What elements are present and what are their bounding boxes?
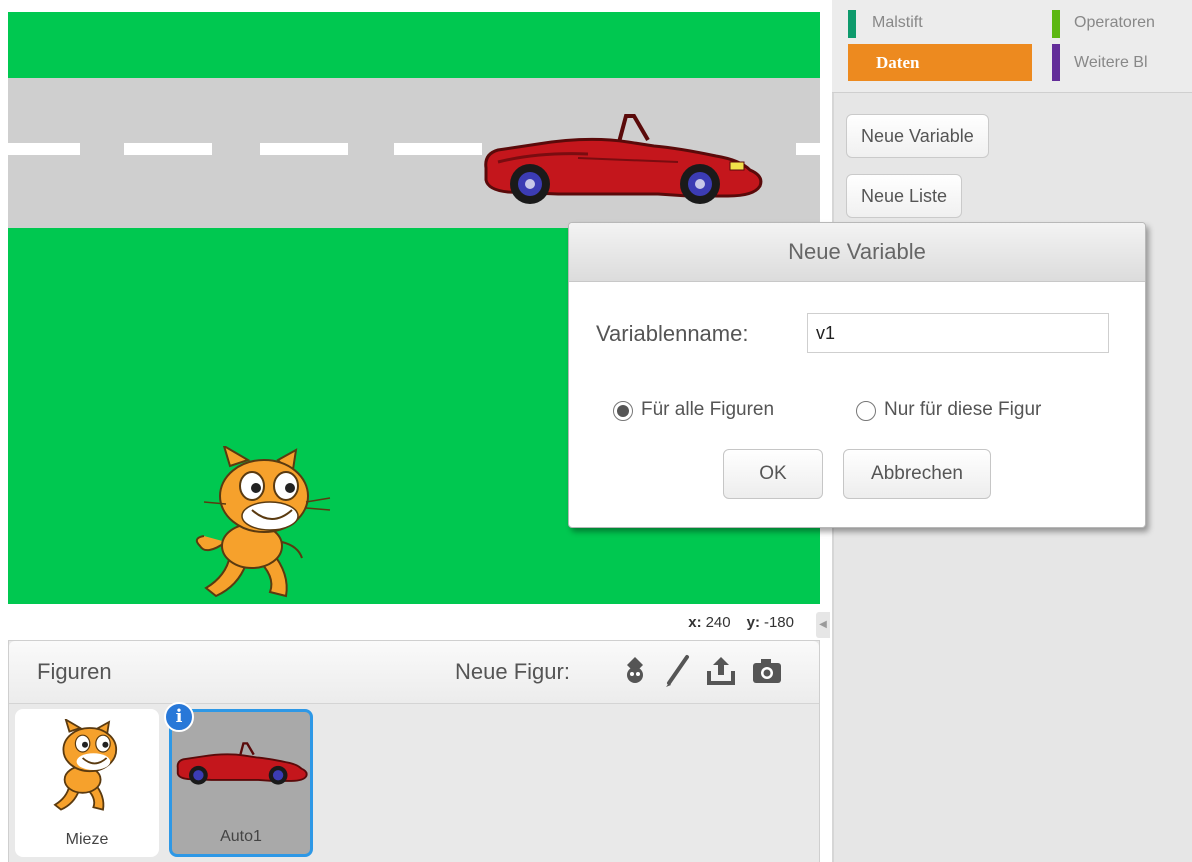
variable-name-label: Variablenname:	[596, 321, 749, 346]
radio-label: Für alle Figuren	[641, 399, 775, 420]
paint-icon[interactable]	[659, 653, 695, 689]
x-value: 240	[705, 614, 731, 631]
category-label: Weitere Bl	[1074, 54, 1148, 71]
y-value: -180	[763, 614, 794, 631]
collapse-arrow-icon[interactable]: ◀	[816, 612, 830, 638]
category-color-swatch	[848, 10, 856, 38]
road-marking	[260, 143, 348, 155]
sprite-thumbnail-auto1[interactable]: Auto1	[169, 709, 313, 857]
upload-icon[interactable]	[703, 653, 739, 689]
cat-thumbnail-icon	[53, 719, 118, 811]
road-marking	[796, 143, 820, 155]
radio-this-sprite-only[interactable]: Nur für diese Figur	[856, 399, 1106, 423]
y-label: y:	[746, 614, 760, 631]
new-variable-button[interactable]: Neue Variable	[846, 114, 989, 158]
category-bar: Malstift Operatoren Daten Weitere Bl	[832, 0, 1192, 93]
sprite-name-auto1: Auto1	[220, 828, 262, 845]
new-sprite-label: Neue Figur:	[455, 659, 570, 684]
ok-button[interactable]: OK	[723, 449, 823, 499]
info-icon[interactable]: i	[164, 702, 194, 732]
camera-icon[interactable]	[749, 653, 785, 689]
car-thumbnail-icon	[176, 742, 308, 785]
x-label: x:	[688, 614, 702, 631]
car-sprite[interactable]	[478, 110, 768, 210]
road-marking	[124, 143, 212, 155]
stage-coordinates: x: 240 y: -180	[8, 604, 820, 640]
category-daten[interactable]: Daten	[848, 44, 1032, 81]
category-label: Operatoren	[1074, 14, 1155, 31]
new-list-button[interactable]: Neue Liste	[846, 174, 963, 218]
sprite-thumbnail-mieze[interactable]: Mieze	[15, 709, 159, 857]
road-marking	[8, 143, 80, 155]
sprite-pane: Figuren Neue Figur: Mieze Auto1	[8, 640, 820, 862]
cancel-button[interactable]: Abbrechen	[843, 449, 991, 499]
sprite-name-mieze: Mieze	[65, 831, 109, 848]
variable-name-input[interactable]	[807, 313, 1109, 353]
road-marking	[394, 143, 482, 155]
new-variable-dialog: Neue Variable Variablenname: Für alle Fi…	[568, 222, 1146, 528]
cat-sprite[interactable]	[186, 446, 336, 604]
sprite-pane-title: Figuren	[37, 659, 112, 684]
category-color-swatch	[1052, 44, 1060, 81]
sprite-pane-header: Figuren Neue Figur:	[9, 641, 819, 704]
category-color-swatch	[1052, 10, 1060, 38]
radio-checked-icon	[613, 401, 633, 421]
radio-all-sprites[interactable]: Für alle Figuren	[613, 399, 833, 423]
category-label: Malstift	[872, 14, 923, 31]
choose-from-library-icon[interactable]	[617, 653, 653, 689]
radio-unchecked-icon	[856, 401, 876, 421]
radio-label: Nur für diese Figur	[884, 399, 1042, 420]
dialog-title: Neue Variable	[569, 223, 1145, 282]
